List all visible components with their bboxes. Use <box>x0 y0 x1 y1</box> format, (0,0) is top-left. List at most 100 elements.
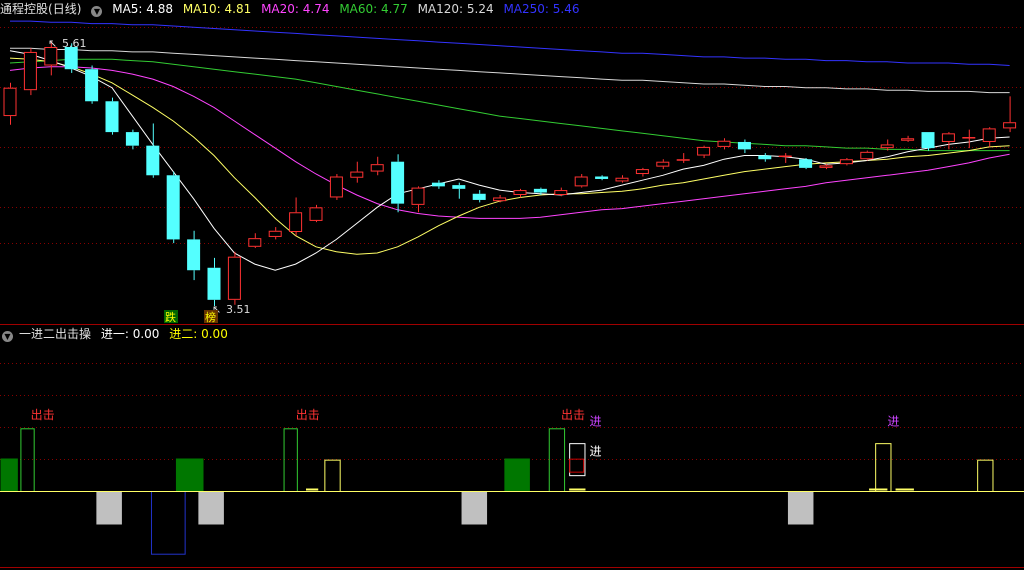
candle-body <box>289 212 303 232</box>
candle <box>105 97 119 135</box>
candle-body <box>166 175 180 240</box>
indicator-bar <box>96 491 122 525</box>
indicator-bar <box>175 458 204 492</box>
candle-body <box>635 169 649 175</box>
candle <box>146 123 160 178</box>
candle <box>615 175 629 183</box>
indicator-bar <box>875 443 892 492</box>
ma250-line <box>10 20 1010 66</box>
indicator-bar <box>198 491 224 525</box>
candle-body <box>493 197 507 202</box>
candle-body <box>350 171 364 178</box>
main-chart[interactable]: ↖ 5.61 ↖ 3.51 跌 榜 出击 出击 出击 进进进 <box>0 0 1024 570</box>
indicator-labels: 出击 出击 出击 进进进 <box>31 408 900 458</box>
candle <box>431 180 445 189</box>
candle <box>819 164 833 170</box>
ma60-line <box>9 58 1010 152</box>
candle-body <box>941 133 955 142</box>
candle-body <box>758 155 772 160</box>
candle <box>350 161 364 183</box>
candle-body <box>268 230 282 237</box>
candle-body <box>3 87 17 117</box>
moving-average-lines <box>9 20 1010 271</box>
candle <box>411 186 425 213</box>
candle <box>125 129 139 150</box>
candle <box>248 233 262 249</box>
candle <box>391 154 405 213</box>
indicator-bar <box>569 458 585 473</box>
candle <box>85 65 99 104</box>
candle-body <box>146 145 160 176</box>
indicator-label: 出击 <box>561 408 585 422</box>
candle-body <box>85 69 99 102</box>
candle <box>921 132 935 151</box>
candle <box>554 187 568 197</box>
candle-body <box>615 177 629 182</box>
indicator-bar <box>283 428 298 492</box>
candle-body <box>309 207 323 221</box>
candle <box>472 190 486 203</box>
candle <box>941 132 955 150</box>
candle-body <box>452 185 466 189</box>
signal-badge-die: 跌 <box>165 310 176 324</box>
indicator-grid <box>0 363 1024 460</box>
candle-body <box>187 239 201 271</box>
ma10-line <box>9 57 1010 255</box>
candle <box>962 129 976 149</box>
candle <box>227 251 241 305</box>
candle-body <box>105 101 119 133</box>
ma20-line <box>9 66 1010 219</box>
candle-body <box>370 164 384 172</box>
candle-body <box>595 176 609 179</box>
candle <box>758 153 772 162</box>
candle <box>370 156 384 176</box>
candle-body <box>799 159 813 168</box>
candle-body <box>125 132 139 146</box>
indicator-label: 进 <box>590 415 602 429</box>
candle-body <box>962 137 976 139</box>
candle-body <box>248 238 262 247</box>
candle-body <box>329 176 343 198</box>
candle-body <box>1003 122 1017 129</box>
candle-body <box>64 47 78 70</box>
high-marker: ↖ <box>48 37 57 50</box>
candle <box>595 175 609 181</box>
candle-body <box>880 144 894 149</box>
candle <box>268 227 282 240</box>
candle-body <box>431 182 445 187</box>
candle <box>513 188 527 198</box>
candle <box>737 139 751 154</box>
candle-body <box>574 176 588 187</box>
candle <box>309 204 323 223</box>
indicator-label: 出击 <box>31 408 55 422</box>
candle-body <box>819 165 833 168</box>
indicator-bar <box>548 428 566 492</box>
indicator-bar <box>787 491 814 525</box>
indicator-label: 出击 <box>296 408 320 422</box>
indicator-bar <box>20 428 35 492</box>
candle <box>982 127 996 147</box>
candle-body <box>513 190 527 195</box>
candle <box>574 174 588 188</box>
high-price-label: 5.61 <box>62 37 87 50</box>
candle-body <box>717 140 731 147</box>
candle-body <box>778 155 792 158</box>
candle <box>207 257 221 306</box>
indicator-bar <box>504 458 530 492</box>
indicator-bar <box>324 459 341 492</box>
candle <box>289 197 303 236</box>
indicator-bar <box>977 459 994 492</box>
candle <box>187 230 201 281</box>
candle <box>676 153 690 163</box>
candle <box>452 182 466 199</box>
candle-body <box>207 267 221 300</box>
candle <box>839 158 853 166</box>
candle <box>493 195 507 203</box>
candle <box>656 159 670 170</box>
candle <box>23 48 37 96</box>
low-price-label: 3.51 <box>226 303 251 316</box>
indicator-label: 进 <box>590 444 602 458</box>
candle-body <box>860 151 874 160</box>
candle-body <box>44 47 58 66</box>
candle <box>329 174 343 200</box>
